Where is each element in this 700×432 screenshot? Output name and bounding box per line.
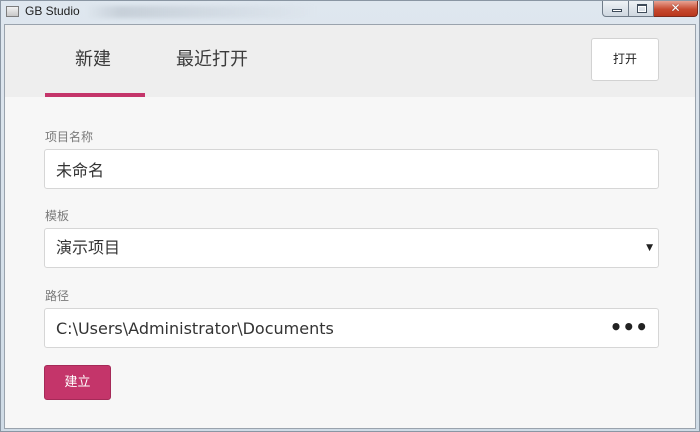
path-input[interactable] [56,309,616,347]
template-select[interactable]: 演示项目 ▼ [44,228,659,268]
path-field[interactable]: ••• [44,308,659,348]
app-icon [6,6,19,17]
project-name-input[interactable] [56,150,616,188]
browse-dots-icon[interactable]: ••• [610,309,648,345]
close-button[interactable]: ✕ [654,1,698,17]
title-bar[interactable]: GB Studio ✕ [1,1,699,23]
window-title: GB Studio [25,4,80,18]
dropdown-arrow-icon: ▼ [646,243,653,253]
active-tab-indicator [45,93,145,97]
close-icon: ✕ [670,1,681,15]
window-controls: ✕ [602,1,698,17]
project-name-label: 项目名称 [45,130,94,144]
create-button[interactable]: 建立 [44,365,111,400]
header-bar: 新建 最近打开 打开 [5,25,695,97]
minimize-icon [612,9,622,12]
app-window: GB Studio ✕ 新建 最近打开 打开 项目名称 模板 演示项目 [0,0,700,432]
template-label: 模板 [45,209,70,223]
main-panel: 新建 最近打开 打开 项目名称 模板 演示项目 ▼ 路径 ••• 建立 [4,24,696,429]
tab-recent[interactable]: 最近打开 [176,45,248,71]
open-button[interactable]: 打开 [591,38,659,81]
maximize-icon [637,4,647,13]
maximize-button[interactable] [629,1,654,17]
minimize-button[interactable] [602,1,629,17]
tab-new[interactable]: 新建 [75,45,111,71]
project-name-field[interactable] [44,149,659,189]
template-selected-value: 演示项目 [56,238,121,257]
path-label: 路径 [45,289,70,303]
title-bar-blur [86,6,316,18]
